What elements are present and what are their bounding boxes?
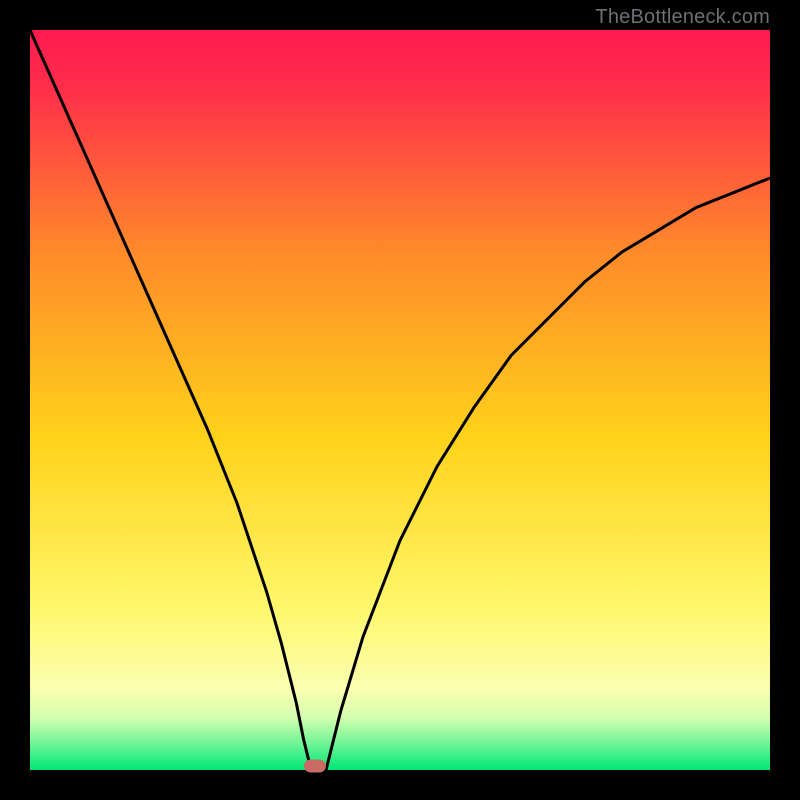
optimal-point-marker [304,760,326,773]
curve-layer [30,30,770,770]
chart-frame: TheBottleneck.com [0,0,800,800]
bottleneck-curve [30,30,770,770]
watermark-text: TheBottleneck.com [595,6,770,29]
plot-area [30,30,770,770]
